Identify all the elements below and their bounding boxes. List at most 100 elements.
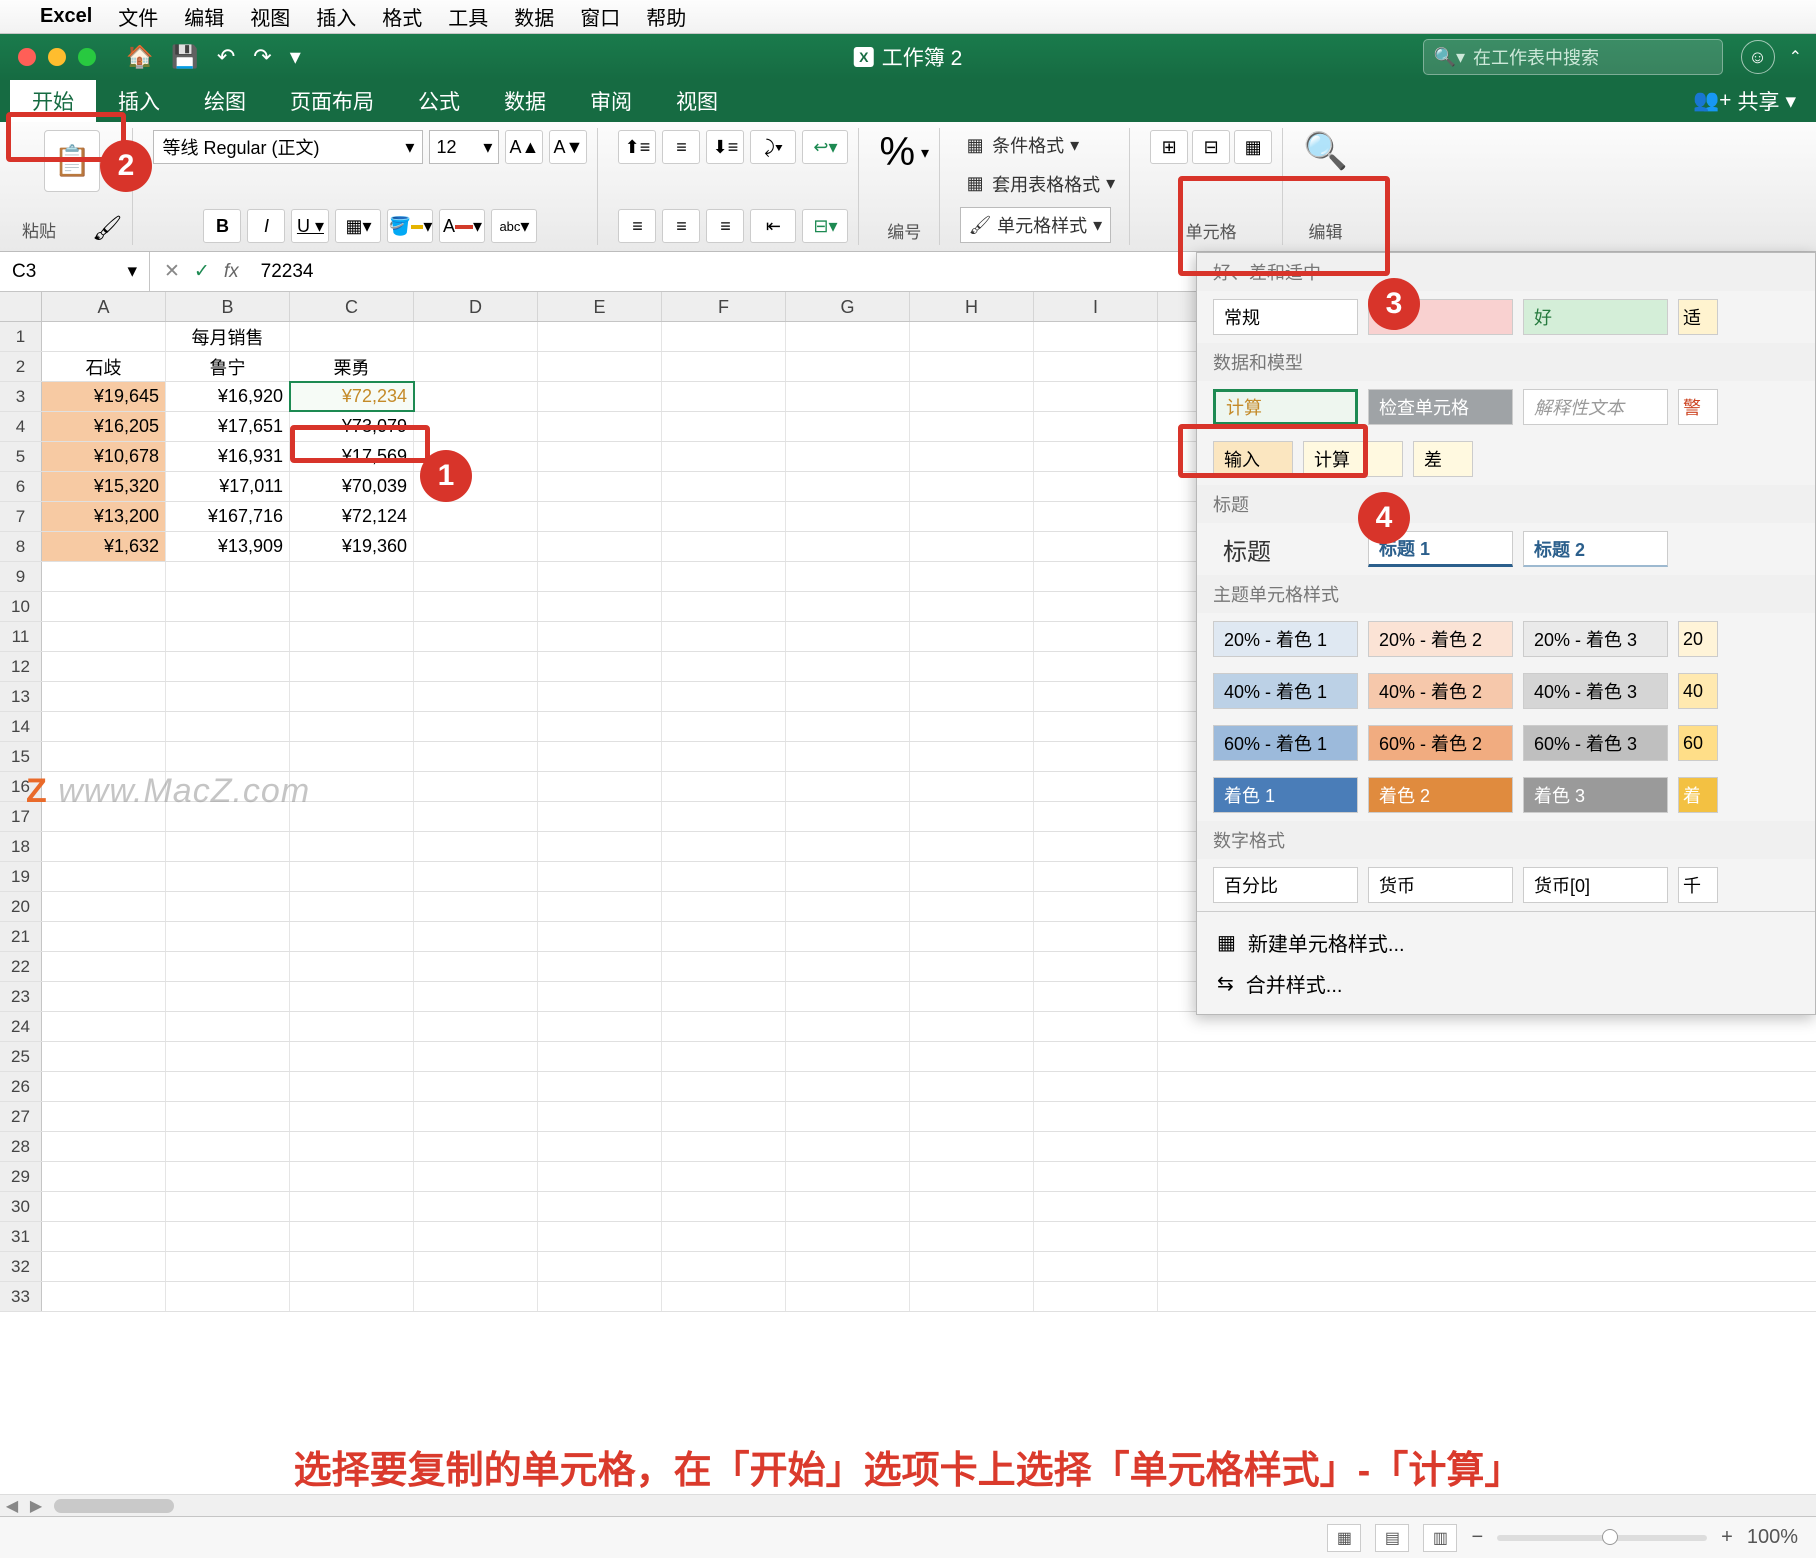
align-middle-button[interactable]: ≡ [662,130,700,164]
style-heading2[interactable]: 标题 2 [1523,531,1668,567]
tab-view[interactable]: 视图 [654,80,740,122]
percent-icon[interactable]: % [879,130,915,175]
style-20-4[interactable]: 20 [1678,621,1718,657]
style-input[interactable]: 输入 [1213,441,1293,477]
underline-button[interactable]: U ▾ [291,209,329,243]
font-size-select[interactable]: 12▾ [429,130,499,164]
zoom-out-button[interactable]: − [1471,1526,1483,1549]
merge-styles-button[interactable]: ⇆ 合并样式... [1217,963,1795,1004]
style-20-3[interactable]: 20% - 着色 3 [1523,621,1668,657]
cell[interactable]: ¥167,716 [166,502,290,531]
tab-formulas[interactable]: 公式 [396,80,482,122]
cell[interactable]: ¥19,360 [290,532,414,561]
style-60-4[interactable]: 60 [1678,725,1718,761]
style-good[interactable]: 好 [1523,299,1668,335]
style-explanatory[interactable]: 解释性文本 [1523,389,1668,425]
style-60-3[interactable]: 60% - 着色 3 [1523,725,1668,761]
cell[interactable]: ¥16,920 [166,382,290,411]
style-currency[interactable]: 货币 [1368,867,1513,903]
app-name[interactable]: Excel [40,5,92,28]
cell[interactable]: ¥17,651 [166,412,290,441]
align-bottom-button[interactable]: ⬇≡ [706,130,744,164]
formula-value[interactable]: 72234 [251,261,314,283]
style-normal[interactable]: 常规 [1213,299,1358,335]
menu-file[interactable]: 文件 [118,2,158,31]
align-top-button[interactable]: ⬆≡ [618,130,656,164]
tab-data[interactable]: 数据 [482,80,568,122]
style-percent[interactable]: 百分比 [1213,867,1358,903]
tab-home[interactable]: 开始 [10,80,96,122]
menu-edit[interactable]: 编辑 [184,2,224,31]
col-I[interactable]: I [1034,292,1158,321]
maximize-icon[interactable] [78,48,96,66]
tab-layout[interactable]: 页面布局 [268,80,396,122]
fill-color-button[interactable]: 🪣▾ [387,209,433,243]
align-center-button[interactable]: ≡ [662,209,700,243]
zoom-level[interactable]: 100% [1747,1526,1798,1549]
menu-format[interactable]: 格式 [382,2,422,31]
minimize-icon[interactable] [48,48,66,66]
tab-draw[interactable]: 绘图 [182,80,268,122]
cell-title[interactable]: 每月销售 [166,322,290,351]
style-accent3[interactable]: 着色 3 [1523,777,1668,813]
italic-button[interactable]: I [247,209,285,243]
cell[interactable]: ¥72,234 [290,382,414,411]
cell[interactable]: ¥16,205 [42,412,166,441]
find-icon[interactable]: 🔍 [1303,130,1348,172]
style-40-2[interactable]: 40% - 着色 2 [1368,673,1513,709]
format-cells-button[interactable]: ▦ [1234,130,1272,164]
cell[interactable]: ¥70,039 [290,472,414,501]
cell[interactable]: ¥72,124 [290,502,414,531]
font-color-button[interactable]: A▾ [439,209,485,243]
tab-insert[interactable]: 插入 [96,80,182,122]
select-all-corner[interactable] [0,292,42,321]
border-button[interactable]: ▦▾ [335,209,381,243]
bold-button[interactable]: B [203,209,241,243]
undo-icon[interactable]: ↶ [217,44,235,70]
cell[interactable]: ¥73,079 [290,412,414,441]
decrease-font-button[interactable]: A▼ [549,130,587,164]
view-layout-button[interactable]: ▤ [1375,1524,1409,1552]
view-normal-button[interactable]: ▦ [1327,1524,1361,1552]
col-E[interactable]: E [538,292,662,321]
align-right-button[interactable]: ≡ [706,209,744,243]
share-button[interactable]: 👥+ 共享 ▾ [1673,80,1816,122]
search-input[interactable]: 🔍▾ 在工作表中搜索 [1423,39,1723,75]
new-cell-style-button[interactable]: ▦ 新建单元格样式... [1217,922,1795,963]
font-name-select[interactable]: 等线 Regular (正文)▾ [153,130,423,164]
cell[interactable]: ¥16,931 [166,442,290,471]
menu-view[interactable]: 视图 [250,2,290,31]
orientation-button[interactable]: ⤸▾ [750,130,796,164]
phonetic-button[interactable]: abc▾ [491,209,537,243]
cell[interactable]: ¥17,569 [290,442,414,471]
format-as-table-button[interactable]: ▦套用表格格式 ▾ [960,169,1119,199]
cell-header[interactable]: 栗勇 [290,352,414,381]
align-left-button[interactable]: ≡ [618,209,656,243]
cell[interactable]: ¥19,645 [42,382,166,411]
col-G[interactable]: G [786,292,910,321]
cell[interactable]: ¥1,632 [42,532,166,561]
cell[interactable]: ¥13,200 [42,502,166,531]
menu-help[interactable]: 帮助 [646,2,686,31]
col-C[interactable]: C [290,292,414,321]
user-account-button[interactable]: ☺ [1741,40,1775,74]
style-60-2[interactable]: 60% - 着色 2 [1368,725,1513,761]
style-40-1[interactable]: 40% - 着色 1 [1213,673,1358,709]
save-icon[interactable]: 💾 [171,44,198,70]
format-painter-icon[interactable]: 🖌 [92,214,122,243]
redo-icon[interactable]: ↷ [253,44,271,70]
style-40-3[interactable]: 40% - 着色 3 [1523,673,1668,709]
cell[interactable]: ¥17,011 [166,472,290,501]
menu-tools[interactable]: 工具 [448,2,488,31]
increase-font-button[interactable]: A▲ [505,130,543,164]
accept-formula-icon[interactable]: ✓ [194,260,210,283]
delete-cells-button[interactable]: ⊟ [1192,130,1230,164]
tab-review[interactable]: 审阅 [568,80,654,122]
decrease-indent-button[interactable]: ⇤ [750,209,796,243]
style-currency0[interactable]: 货币[0] [1523,867,1668,903]
style-check-cell[interactable]: 检查单元格 [1368,389,1513,425]
zoom-in-button[interactable]: + [1721,1526,1733,1549]
merge-button[interactable]: ⊟▾ [802,209,848,243]
wrap-text-button[interactable]: ↩▾ [802,130,848,164]
style-calculation[interactable]: 计算 [1213,389,1358,425]
